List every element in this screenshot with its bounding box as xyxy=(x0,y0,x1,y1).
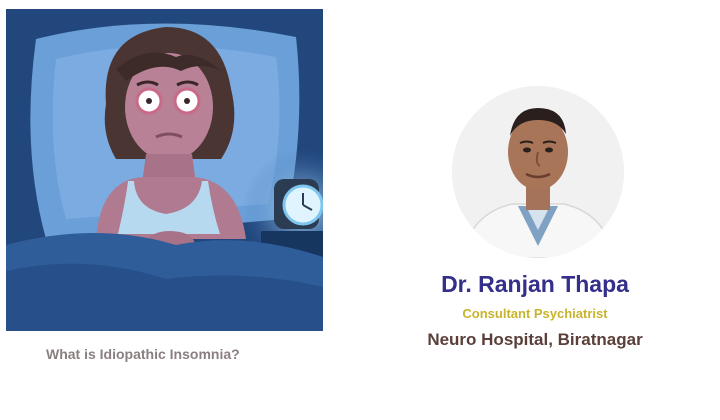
doctor-avatar xyxy=(452,86,624,258)
doctor-title: Consultant Psychiatrist xyxy=(462,306,608,321)
article-caption[interactable]: What is Idiopathic Insomnia? xyxy=(46,346,240,362)
doctor-name: Dr. Ranjan Thapa xyxy=(441,271,629,297)
doctor-portrait xyxy=(452,86,624,258)
insomnia-illustration xyxy=(6,9,323,331)
doctor-hospital: Neuro Hospital, Biratnagar xyxy=(427,330,643,349)
insomnia-illustration-art xyxy=(6,9,323,331)
